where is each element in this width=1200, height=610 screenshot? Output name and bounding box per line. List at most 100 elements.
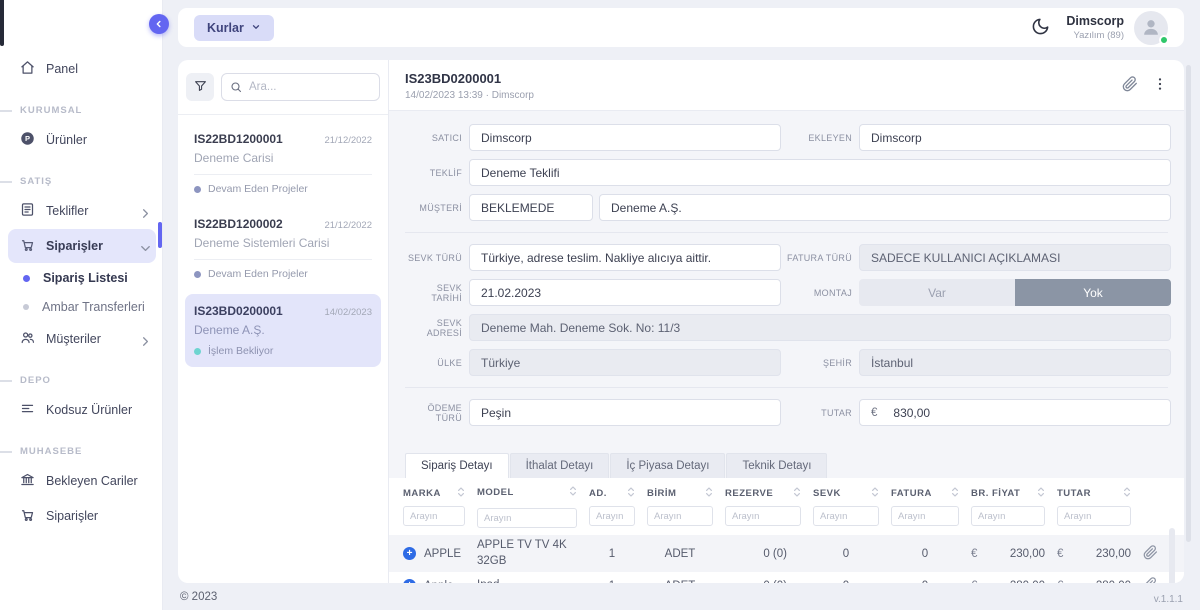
sidebar-item-panel[interactable]: Panel — [0, 52, 162, 86]
column-header[interactable]: TUTAR — [1057, 486, 1143, 501]
sevk-tarihi-input[interactable] — [469, 279, 781, 306]
cell-tutar: € 280,00 — [1057, 580, 1143, 583]
order-list-item[interactable]: IS23BD0200001 14/02/2023 Deneme A.Ş. İşl… — [185, 294, 381, 367]
detail-form: SATICI EKLEYEN TEKLİF MÜŞTERİ SEVK TÜR — [389, 111, 1184, 583]
field-label-ulke: ÜLKE — [405, 358, 469, 368]
column-header[interactable]: MODEL — [477, 485, 589, 502]
column-filter-input[interactable] — [891, 506, 959, 526]
sort-icon[interactable] — [627, 486, 635, 501]
musteri-status-input[interactable] — [469, 194, 593, 221]
odeme-turu-input[interactable] — [469, 399, 781, 426]
user-block: Dimscorp Yazılım (89) — [1066, 14, 1124, 41]
collapse-sidebar-button[interactable] — [149, 14, 169, 34]
section-dash — [0, 110, 12, 112]
sidebar-item-siparisler-muhasebe[interactable]: Siparişler — [0, 499, 162, 533]
filter-button[interactable] — [186, 73, 214, 101]
tab-teknik-detayi[interactable]: Teknik Detayı — [726, 453, 827, 478]
table-body: + APPLE APPLE TV TV 4K 32GB 1 ADET 0 (0)… — [389, 535, 1184, 583]
sort-icon[interactable] — [1123, 486, 1131, 501]
sort-icon[interactable] — [871, 486, 879, 501]
tab-ithalat-detayi[interactable]: İthalat Detayı — [510, 453, 610, 478]
sort-icon[interactable] — [951, 486, 959, 501]
sevk-turu-input[interactable] — [469, 244, 781, 271]
column-label: SEVK — [813, 488, 841, 499]
table-scrollbar[interactable] — [1169, 528, 1175, 583]
tab-siparis-detayi[interactable]: Sipariş Detayı — [405, 453, 509, 478]
sidebar-section-muhasebe: MUHASEBE — [0, 446, 162, 457]
sidebar-item-siparisler[interactable]: Siparişler — [8, 229, 156, 263]
column-filter-input[interactable] — [813, 506, 879, 526]
section-dash — [0, 451, 12, 453]
sidebar-item-label: Kodsuz Ürünler — [46, 403, 148, 417]
sort-icon[interactable] — [569, 485, 577, 502]
row-attachment-button[interactable] — [1143, 577, 1158, 583]
sidebar-item-siparis-listesi[interactable]: Sipariş Listesi — [0, 264, 162, 292]
column-header[interactable]: BR. FİYAT — [971, 486, 1057, 501]
avatar[interactable] — [1134, 11, 1168, 45]
ekleyen-input[interactable] — [859, 124, 1171, 151]
column-header[interactable]: REZERVE — [725, 486, 813, 501]
musteri-input[interactable] — [599, 194, 1171, 221]
column-filter-input[interactable] — [725, 506, 801, 526]
column-header[interactable]: MARKA — [389, 486, 477, 501]
column-filter-input[interactable] — [589, 506, 635, 526]
detail-tabs: Sipariş Detayıİthalat Detayıİç Piyasa De… — [405, 453, 1168, 478]
tab-ic-piyasa-detayi[interactable]: İç Piyasa Detayı — [610, 453, 725, 478]
order-list-item[interactable]: IS22BD1200002 21/12/2022 Deneme Sistemle… — [178, 205, 388, 290]
column-label: BR. FİYAT — [971, 488, 1020, 499]
column-header[interactable]: FATURA — [891, 486, 971, 501]
montaj-option-yok[interactable]: Yok — [1015, 279, 1171, 306]
cell-birim: ADET — [647, 548, 725, 560]
online-status-dot — [1159, 35, 1169, 45]
column-filter-input[interactable] — [477, 508, 577, 528]
column-filter-input[interactable] — [1057, 506, 1131, 526]
user-subtitle: Yazılım (89) — [1066, 30, 1124, 41]
sidebar-item-urunler[interactable]: P Ürünler — [0, 123, 162, 157]
filter-cell — [389, 506, 477, 529]
cell-model: Ipad — [477, 578, 589, 583]
kurlar-button[interactable]: Kurlar — [194, 15, 274, 41]
table-row: + APPLE APPLE TV TV 4K 32GB 1 ADET 0 (0)… — [389, 535, 1184, 572]
sidebar-item-bekleyen-cariler[interactable]: Bekleyen Cariler — [0, 464, 162, 498]
column-filter-input[interactable] — [403, 506, 465, 526]
teklif-input[interactable] — [469, 159, 1171, 186]
kurlar-label: Kurlar — [207, 21, 244, 35]
status-dot — [194, 271, 201, 278]
montaj-option-var[interactable]: Var — [859, 279, 1015, 306]
satici-input[interactable] — [469, 124, 781, 151]
dark-mode-toggle[interactable] — [1031, 17, 1050, 39]
sort-icon[interactable] — [793, 486, 801, 501]
sort-icon[interactable] — [457, 486, 465, 501]
sort-icon[interactable] — [1037, 486, 1045, 501]
order-list-item[interactable]: IS22BD1200001 21/12/2022 Deneme Carisi D… — [178, 120, 388, 205]
panel-scrollbar[interactable] — [1186, 65, 1191, 542]
column-header[interactable]: SEVK — [813, 486, 891, 501]
attachment-icon — [1143, 545, 1158, 563]
column-filter-input[interactable] — [971, 506, 1045, 526]
sidebar-item-kodsuz-urunler[interactable]: Kodsuz Ürünler — [0, 393, 162, 427]
sevk-adresi-field: Deneme Mah. Deneme Sok. No: 11/3 — [469, 314, 1171, 341]
sidebar-item-label: Ürünler — [46, 133, 148, 147]
tutar-input[interactable]: € 830,00 — [859, 399, 1171, 426]
column-filter-input[interactable] — [647, 506, 713, 526]
expand-row-button[interactable]: + — [403, 547, 416, 560]
sidebar-item-teklifler[interactable]: Teklifler — [0, 194, 162, 228]
sidebar-scrollbar[interactable] — [0, 0, 4, 46]
column-header[interactable]: BİRİM — [647, 486, 725, 501]
search-input[interactable] — [221, 73, 380, 101]
more-options-button[interactable] — [1152, 76, 1168, 95]
currency-symbol: € — [971, 580, 977, 583]
filter-cell — [813, 506, 891, 529]
column-header[interactable]: AD. — [589, 486, 647, 501]
sort-icon[interactable] — [705, 486, 713, 501]
order-date: 21/12/2022 — [324, 135, 372, 146]
row-attachment-button[interactable] — [1143, 545, 1158, 563]
sidebar-item-musteriler[interactable]: Müşteriler — [0, 322, 162, 356]
section-dash — [0, 380, 12, 382]
expand-row-button[interactable]: + — [403, 579, 416, 583]
chevron-right-icon — [138, 334, 148, 344]
filter-cell — [647, 506, 725, 529]
cell-fatura: 0 — [891, 580, 971, 583]
attachments-button[interactable] — [1122, 76, 1138, 95]
sidebar-item-ambar-transferleri[interactable]: Ambar Transferleri — [0, 293, 162, 321]
